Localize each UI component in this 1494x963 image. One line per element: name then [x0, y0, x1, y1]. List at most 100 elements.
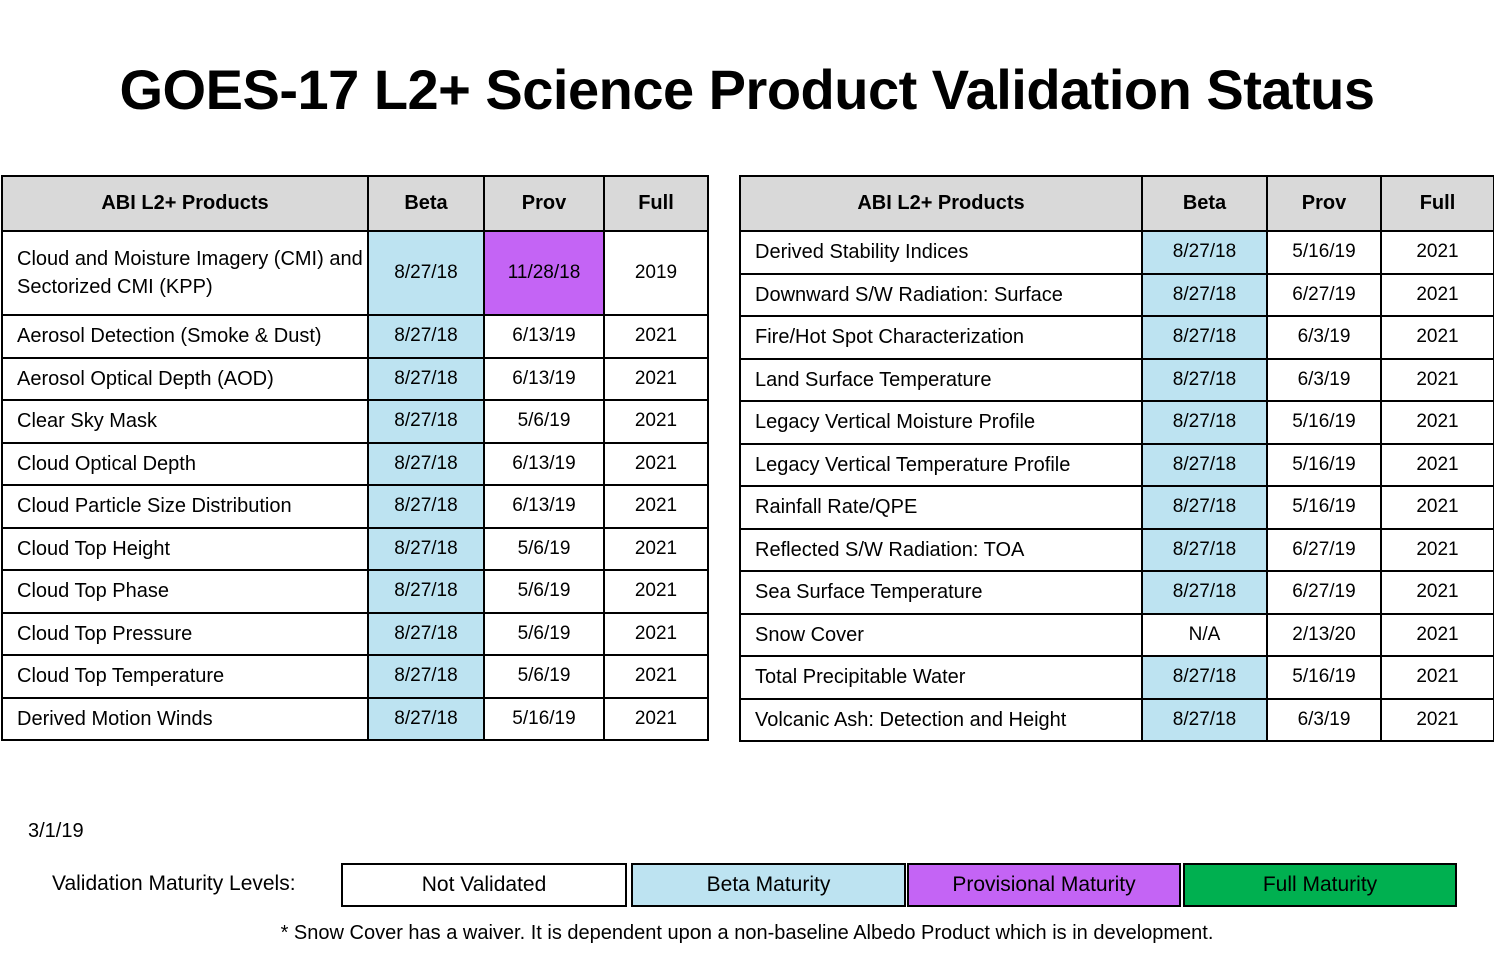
- product-name-cell: Cloud Particle Size Distribution: [1, 484, 369, 529]
- table-row: Volcanic Ash: Detection and Height 8/27/1…: [739, 697, 1494, 742]
- beta-column-header: Beta: [367, 175, 485, 232]
- products-column-header: ABI L2+ Products: [739, 175, 1143, 232]
- beta-date-cell: 8/27/18: [1141, 272, 1268, 317]
- table-row: Cloud Top Pressure 8/27/18 5/6/19 2021: [1, 611, 709, 656]
- beta-date-cell: N/A: [1141, 612, 1268, 657]
- product-name-cell: Clear Sky Mask: [1, 399, 369, 444]
- product-name-cell: Aerosol Optical Depth (AOD): [1, 356, 369, 401]
- product-name-cell: Cloud Optical Depth: [1, 441, 369, 486]
- product-name-cell: Cloud Top Height: [1, 526, 369, 571]
- product-name-cell: Derived Stability Indices: [739, 230, 1143, 275]
- beta-date-cell: 8/27/18: [367, 526, 485, 571]
- product-name-cell: Derived Motion Winds: [1, 696, 369, 741]
- prov-date-cell: 5/6/19: [483, 569, 605, 614]
- table-row: Cloud Top Height 8/27/18 5/6/19 2021: [1, 526, 709, 571]
- prov-date-cell: 6/13/19: [483, 356, 605, 401]
- full-date-cell: 2021: [603, 569, 709, 614]
- full-date-cell: 2021: [1380, 272, 1494, 317]
- product-name-cell: Legacy Vertical Moisture Profile: [739, 400, 1143, 445]
- prov-date-cell: 6/27/19: [1266, 527, 1382, 572]
- product-name-cell: Sea Surface Temperature: [739, 570, 1143, 615]
- full-date-cell: 2021: [1380, 655, 1494, 700]
- full-date-cell: 2021: [603, 611, 709, 656]
- full-date-cell: 2019: [603, 230, 709, 316]
- table-row: Total Precipitable Water 8/27/18 5/16/19 20…: [739, 655, 1494, 700]
- prov-date-cell: 5/6/19: [483, 399, 605, 444]
- right-validation-table: ABI L2+ Products Beta Prov Full Derived …: [739, 175, 1494, 742]
- full-date-cell: 2021: [1380, 570, 1494, 615]
- page-title: GOES-17 L2+ Science Product Validation S…: [119, 58, 1376, 121]
- table-row: Cloud Top Phase 8/27/18 5/6/19 2021: [1, 569, 709, 614]
- legend-beta-maturity: Beta Maturity: [631, 863, 906, 907]
- beta-date-cell: 8/27/18: [367, 696, 485, 741]
- product-name-cell: Land Surface Temperature: [739, 357, 1143, 402]
- full-date-cell: 2021: [1380, 697, 1494, 742]
- table-row: Aerosol Optical Depth (AOD) 8/27/18 6/13/1…: [1, 356, 709, 401]
- full-date-cell: 2021: [1380, 315, 1494, 360]
- table-row: Legacy Vertical Temperature Profile 8/27/…: [739, 442, 1494, 487]
- full-date-cell: 2021: [603, 484, 709, 529]
- full-date-cell: 2021: [1380, 527, 1494, 572]
- prov-date-cell: 6/13/19: [483, 314, 605, 359]
- prov-date-cell: 5/16/19: [1266, 655, 1382, 700]
- beta-date-cell: 8/27/18: [1141, 400, 1268, 445]
- product-name-cell: Cloud Top Temperature: [1, 654, 369, 699]
- table-row: Aerosol Detection (Smoke & Dust) 8/27/18 6…: [1, 314, 709, 359]
- prov-date-cell: 11/28/18: [483, 230, 605, 316]
- beta-date-cell: 8/27/18: [367, 314, 485, 359]
- table-row: Reflected S/W Radiation: TOA 8/27/18 6/27/…: [739, 527, 1494, 572]
- beta-date-cell: 8/27/18: [1141, 357, 1268, 402]
- prov-date-cell: 6/3/19: [1266, 357, 1382, 402]
- full-date-cell: 2021: [603, 356, 709, 401]
- full-date-cell: 2021: [1380, 400, 1494, 445]
- table-row: Derived Motion Winds 8/27/18 5/16/19 2021: [1, 696, 709, 741]
- beta-date-cell: 8/27/18: [367, 356, 485, 401]
- prov-date-cell: 5/16/19: [1266, 485, 1382, 530]
- full-date-cell: 2021: [1380, 230, 1494, 275]
- table-row: Sea Surface Temperature 8/27/18 6/27/19 202…: [739, 570, 1494, 615]
- legend-label: Validation Maturity Levels:: [52, 872, 296, 895]
- product-name-cell: Legacy Vertical Temperature Profile: [739, 442, 1143, 487]
- table-row: Downward S/W Radiation: Surface 8/27/18 6/…: [739, 272, 1494, 317]
- prov-date-cell: 5/16/19: [483, 696, 605, 741]
- right-table-header-row: ABI L2+ Products Beta Prov Full: [739, 175, 1494, 232]
- left-table-header-row: ABI L2+ Products Beta Prov Full: [1, 175, 709, 232]
- full-date-cell: 2021: [603, 441, 709, 486]
- full-date-cell: 2021: [603, 696, 709, 741]
- status-date: 3/1/19: [28, 820, 84, 842]
- legend-provisional-maturity: Provisional Maturity: [907, 863, 1181, 907]
- prov-date-cell: 5/16/19: [1266, 400, 1382, 445]
- products-column-header: ABI L2+ Products: [1, 175, 369, 232]
- full-date-cell: 2021: [1380, 442, 1494, 487]
- beta-date-cell: 8/27/18: [1141, 230, 1268, 275]
- left-validation-table: ABI L2+ Products Beta Prov Full Cloud an…: [1, 175, 709, 741]
- full-date-cell: 2021: [603, 526, 709, 571]
- product-name-cell: Snow Cover: [739, 612, 1143, 657]
- prov-column-header: Prov: [483, 175, 605, 232]
- product-name-cell: Cloud Top Phase: [1, 569, 369, 614]
- table-row: Cloud Optical Depth 8/27/18 6/13/19 2021: [1, 441, 709, 486]
- beta-date-cell: 8/27/18: [367, 399, 485, 444]
- table-row: Derived Stability Indices 8/27/18 5/16/19 2…: [739, 230, 1494, 275]
- beta-date-cell: 8/27/18: [367, 230, 485, 316]
- product-name-cell: Total Precipitable Water: [739, 655, 1143, 700]
- beta-column-header: Beta: [1141, 175, 1268, 232]
- full-column-header: Full: [603, 175, 709, 232]
- full-date-cell: 2021: [603, 654, 709, 699]
- legend-full-maturity: Full Maturity: [1183, 863, 1457, 907]
- product-name-cell: Fire/Hot Spot Characterization: [739, 315, 1143, 360]
- product-name-cell: Rainfall Rate/QPE: [739, 485, 1143, 530]
- table-row: Cloud Top Temperature 8/27/18 5/6/19 2021: [1, 654, 709, 699]
- table-row: Legacy Vertical Moisture Profile 8/27/18 5…: [739, 400, 1494, 445]
- prov-date-cell: 5/16/19: [1266, 230, 1382, 275]
- product-name-cell: Cloud and Moisture Imagery (CMI) and Sec…: [1, 230, 369, 316]
- prov-date-cell: 5/6/19: [483, 526, 605, 571]
- prov-date-cell: 2/13/20: [1266, 612, 1382, 657]
- table-row: Clear Sky Mask 8/27/18 5/6/19 2021: [1, 399, 709, 444]
- product-name-cell: Reflected S/W Radiation: TOA: [739, 527, 1143, 572]
- prov-date-cell: 6/13/19: [483, 484, 605, 529]
- beta-date-cell: 8/27/18: [367, 611, 485, 656]
- prov-date-cell: 5/6/19: [483, 654, 605, 699]
- product-name-cell: Aerosol Detection (Smoke & Dust): [1, 314, 369, 359]
- table-row: Cloud and Moisture Imagery (CMI) and Sec…: [1, 230, 709, 316]
